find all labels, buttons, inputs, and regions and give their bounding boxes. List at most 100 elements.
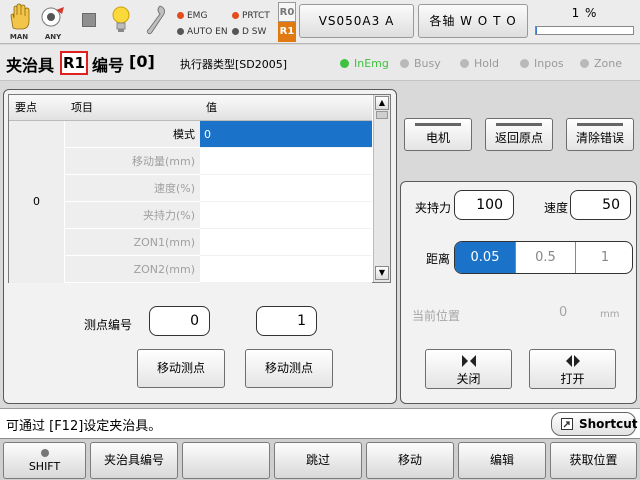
status-zone: Zone (580, 57, 622, 70)
number-value: [0] (129, 52, 155, 71)
row-label-force: 夹持力(%) (65, 202, 200, 229)
motor-button[interactable]: 电机 (404, 118, 472, 151)
current-position-unit: mm (600, 309, 620, 320)
return-origin-indicator-bar (496, 123, 542, 126)
emg-label: EMG (187, 11, 208, 21)
scroll-down-icon[interactable]: ▼ (375, 266, 389, 280)
scroll-thumb[interactable] (376, 111, 388, 119)
current-position-label: 当前位置 (412, 309, 461, 323)
header-value: 值 (200, 95, 372, 121)
point-number-from-field[interactable]: 0 (149, 306, 210, 336)
return-origin-button[interactable]: 返回原点 (485, 118, 553, 151)
dsw-lamp: D SW (232, 27, 266, 37)
robot-select-button[interactable]: VS050A3 A (299, 4, 414, 38)
move-point-button-1[interactable]: 移动测点 (137, 349, 225, 388)
auto-en-led (177, 28, 184, 35)
auto-en-label: AUTO EN (187, 27, 228, 37)
wrench-icon[interactable] (140, 2, 170, 42)
row-value-mode[interactable]: 0 (200, 121, 372, 148)
point-cell[interactable]: 0 (9, 121, 65, 283)
fkey-skip[interactable]: 跳过 (274, 442, 362, 479)
fkey-edit[interactable]: 编辑 (458, 442, 546, 479)
fixture-point-panel: 要点 项目 值 0 模式 0 移动量(mm) 速度(%) 夹持力(%) ZON1… (3, 89, 397, 404)
status-busy-label: Busy (414, 57, 441, 70)
open-arrows-icon (566, 355, 580, 367)
function-key-bar: SHIFT 夹治具编号 跳过 移动 编辑 获取位置 (0, 438, 640, 480)
motor-label: 电机 (425, 131, 450, 145)
prtct-label: PRTCT (242, 11, 270, 21)
row-label-zon1: ZON1(mm) (65, 229, 200, 256)
move-point-button-2[interactable]: 移动测点 (245, 349, 333, 388)
header-point: 要点 (9, 95, 65, 121)
fkey-shift[interactable]: SHIFT (3, 442, 86, 479)
row-value-force[interactable] (200, 202, 372, 229)
man-hand-icon[interactable]: MAN (4, 2, 34, 42)
number-label: 编号 (92, 56, 125, 75)
dsw-label: D SW (242, 27, 267, 37)
speed-bar-fill (536, 27, 537, 34)
close-gripper-label: 关闭 (456, 372, 481, 386)
row-label-speed: 速度(%) (65, 175, 200, 202)
shortcut-button[interactable]: Shortcut (551, 412, 637, 436)
row-label-zon2: ZON2(mm) (65, 256, 200, 283)
page-title: 夹治具 (6, 56, 55, 75)
status-zone-label: Zone (594, 57, 623, 70)
speed-indicator[interactable]: 1 % (533, 6, 636, 38)
speed-field[interactable]: 50 (570, 190, 631, 220)
header-item: 项目 (65, 95, 200, 121)
any-icon[interactable]: ANY (38, 2, 68, 42)
status-hold: Hold (460, 57, 499, 70)
lightbulb-icon[interactable] (106, 2, 136, 42)
fkey-get-position[interactable]: 获取位置 (550, 442, 637, 479)
status-inemg: InEmg (340, 57, 389, 70)
point-table: 要点 项目 值 0 模式 0 移动量(mm) 速度(%) 夹持力(%) ZON1… (8, 94, 391, 283)
close-gripper-button[interactable]: 关闭 (425, 349, 512, 389)
emg-led (177, 12, 184, 19)
row-value-speed[interactable] (200, 175, 372, 202)
actuator-type: 执行器类型[SD2005] (180, 58, 288, 71)
fixture-id-badge: R1 (60, 51, 88, 75)
hold-dot (460, 59, 469, 68)
distance-label: 距离 (426, 252, 451, 266)
status-inpos-label: Inpos (534, 57, 564, 70)
point-number-label: 测点编号 (84, 318, 133, 332)
row-value-zon2[interactable] (200, 256, 372, 283)
distance-selector: 0.05 0.5 1 (454, 241, 633, 274)
stop-icon[interactable] (74, 2, 104, 42)
status-inemg-label: InEmg (354, 57, 389, 70)
status-hold-label: Hold (474, 57, 500, 70)
force-field[interactable]: 100 (454, 190, 514, 220)
open-gripper-button[interactable]: 打开 (529, 349, 616, 389)
distance-option-1[interactable]: 1 (575, 242, 632, 273)
fkey-empty[interactable] (182, 442, 270, 479)
status-inpos: Inpos (520, 57, 564, 70)
speed-label: 速度 (544, 201, 569, 215)
row-value-move-amount[interactable] (200, 148, 372, 175)
point-number-to-field[interactable]: 1 (256, 306, 317, 336)
row-value-zon1[interactable] (200, 229, 372, 256)
title-bar: 夹治具 R1 编号 [0] 执行器类型[SD2005] InEmg Busy H… (0, 45, 640, 81)
prtct-led (232, 12, 239, 19)
distance-option-05[interactable]: 0.5 (515, 242, 575, 273)
clear-error-button[interactable]: 清除错误 (566, 118, 634, 151)
zone-dot (580, 59, 589, 68)
close-arrows-icon (462, 355, 476, 367)
return-origin-label: 返回原点 (494, 131, 543, 145)
status-message: 可通过 [F12]设定夹治具。 (6, 419, 162, 434)
fkey-move[interactable]: 移动 (366, 442, 454, 479)
any-caption: ANY (44, 33, 62, 41)
emg-lamp: EMG (177, 11, 207, 21)
r0-indicator: R0 (278, 2, 296, 22)
shortcut-icon (561, 418, 573, 430)
fkey-fixture-number[interactable]: 夹治具编号 (90, 442, 178, 479)
table-scrollbar[interactable]: ▲ ▼ (373, 95, 390, 282)
motor-indicator-bar (415, 123, 461, 126)
open-gripper-label: 打开 (560, 372, 585, 386)
top-toolbar: MAN ANY EMG AUTO EN PRTCT D SW R0 R1 VS0… (0, 0, 640, 44)
speed-bar-track (535, 26, 634, 35)
scroll-up-icon[interactable]: ▲ (375, 96, 389, 110)
axis-mode-button[interactable]: 各轴 W O T O (418, 4, 528, 38)
distance-option-005[interactable]: 0.05 (455, 242, 515, 273)
fkey-shift-label: SHIFT (28, 460, 61, 473)
clear-error-indicator-bar (577, 123, 623, 126)
